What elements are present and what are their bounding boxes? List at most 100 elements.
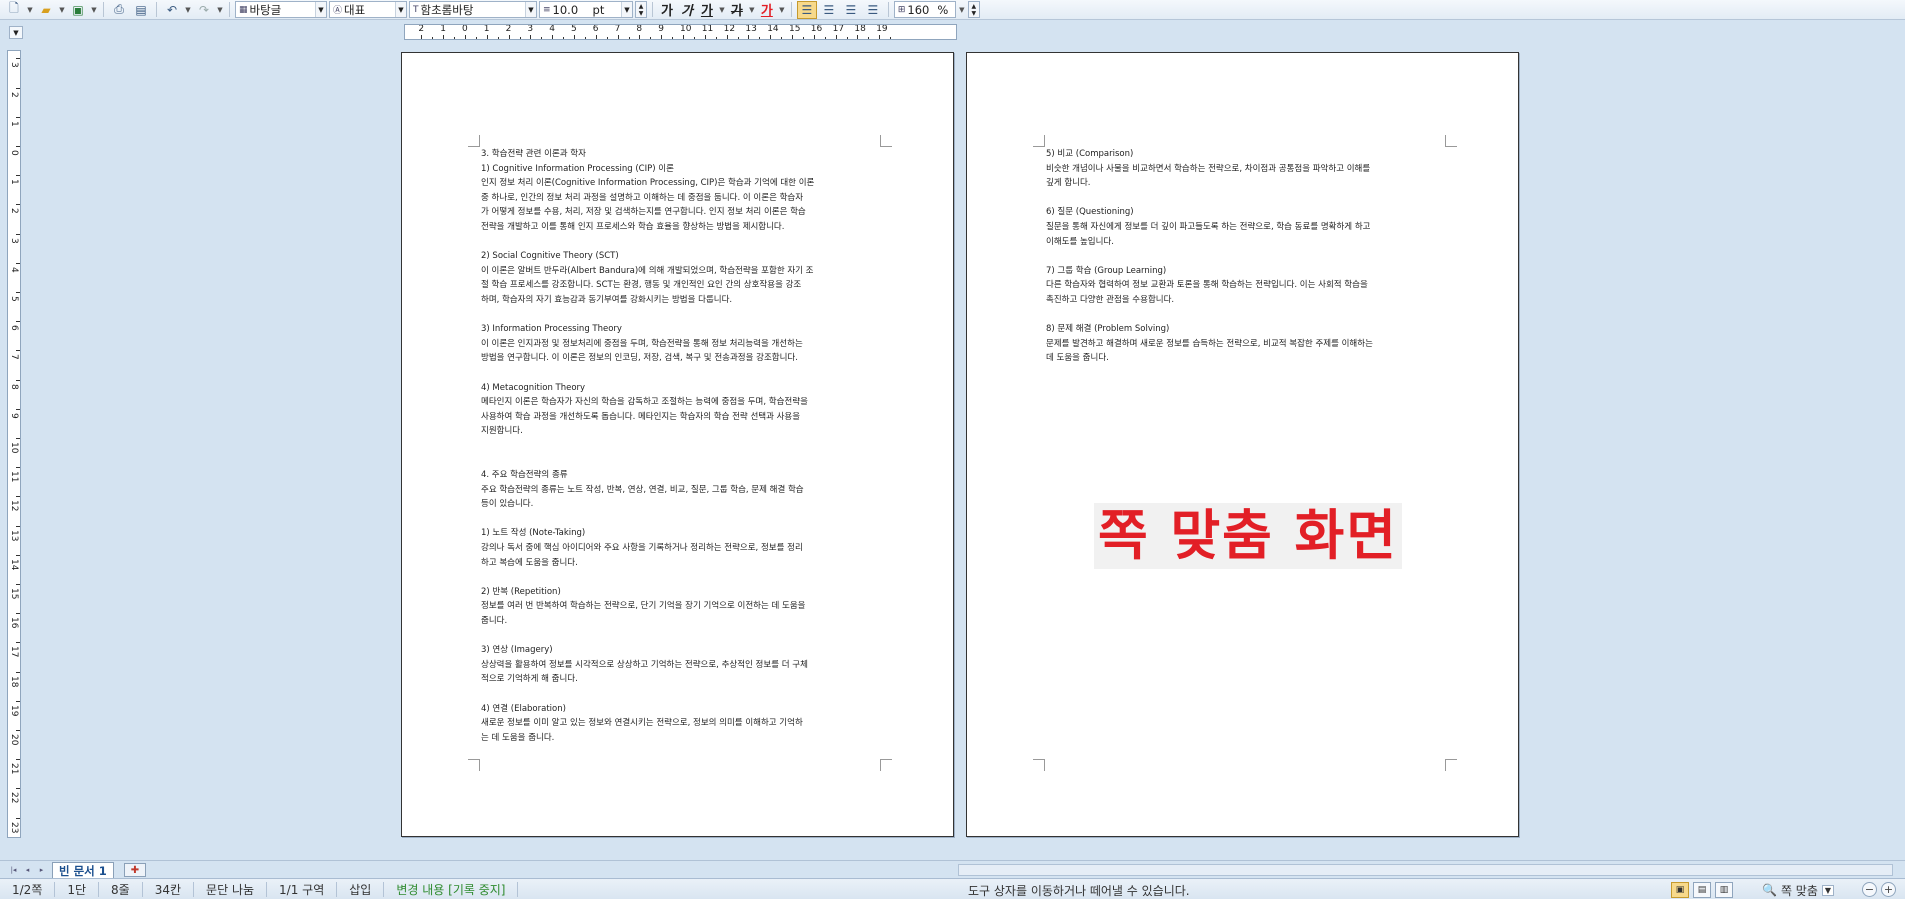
page-view-button[interactable]: ▣ [1671,882,1689,898]
print-preview-icon[interactable]: ▤ [131,1,151,19]
tab-prev-icon[interactable]: ◂ [22,864,33,876]
horizontal-scrollbar[interactable] [958,864,1893,876]
text-line[interactable]: 중 하나로, 인간의 정보 처리 과정을 설명하고 이해하는 데 중점을 둡니다… [481,191,881,206]
chevron-down-icon[interactable]: ▼ [395,2,406,17]
text-line[interactable]: 깊게 합니다. [1046,176,1446,191]
blank-line[interactable] [481,629,881,644]
page-2-body-text[interactable]: 5) 비교 (Comparison) 비슷한 개념이나 사물을 비교하면서 학습하… [1046,147,1446,366]
document-page-1[interactable]: 3. 학습전략 관련 이론과 학자 1) Cognitive Informatio… [401,52,954,837]
outline-view-button[interactable]: ▥ [1715,882,1733,898]
text-line[interactable]: 이 이론은 인지과정 및 정보처리에 중점을 두며, 학습전략을 통해 정보 처… [481,337,881,352]
zoom-field[interactable]: ⊞ 160 % [893,1,956,18]
text-line[interactable]: 는 데 도움을 줍니다. [481,731,881,746]
blank-line[interactable] [481,366,881,381]
font-color-button[interactable]: 가 [758,0,776,19]
strikethrough-dropdown-icon[interactable]: ▼ [748,1,756,19]
blank-line[interactable] [481,512,881,527]
ruler-corner-button[interactable]: ▼ [9,26,23,39]
blank-line[interactable] [481,453,881,468]
style-select[interactable]: ▦ 바탕글 ▼ [235,1,327,18]
blank-line[interactable] [1046,249,1446,264]
blank-line[interactable] [481,570,881,585]
text-line[interactable]: 강의나 독서 중에 핵심 아이디어와 주요 사항을 기록하거나 정리하는 전략으… [481,541,881,556]
chevron-down-icon[interactable]: ▼ [1821,884,1835,896]
document-page-2[interactable]: 5) 비교 (Comparison) 비슷한 개념이나 사물을 비교하면서 학습하… [966,52,1519,837]
text-line[interactable]: 1) 노트 작성 (Note-Taking) [481,526,881,541]
font-select[interactable]: T 함초롬바탕 ▼ [409,1,537,18]
text-line[interactable]: 메타인지 이론은 학습자가 자신의 학습을 감독하고 조절하는 능력에 중점을 … [481,395,881,410]
text-line[interactable]: 방법을 연구합니다. 이 이론은 정보의 인코딩, 저장, 검색, 복구 및 전… [481,351,881,366]
zoom-out-button[interactable]: − [1862,882,1877,897]
align-right-icon[interactable]: ☰ [863,1,883,19]
text-line[interactable]: 2) Social Cognitive Theory (SCT) [481,249,881,264]
text-line[interactable]: 데 도움을 줍니다. [1046,351,1446,366]
text-line[interactable]: 질문을 통해 자신에게 정보를 더 깊이 파고들도록 하는 전략으로, 학습 동… [1046,220,1446,235]
open-folder-icon[interactable]: ▰ [36,1,56,19]
align-center-icon[interactable]: ☰ [841,1,861,19]
status-insert-mode[interactable]: 삽입 [337,881,385,897]
bold-button[interactable]: 가 [658,0,676,19]
italic-button[interactable]: 가 [678,0,696,19]
font-size-field[interactable]: ≡ 10.0 pt ▼ [539,1,633,18]
language-select[interactable]: Ⓐ 대표 ▼ [329,1,407,18]
text-line[interactable]: 주요 학습전략의 종류는 노트 작성, 반복, 연상, 연결, 비교, 질문, … [481,483,881,498]
save-dropdown-icon[interactable]: ▼ [90,1,98,19]
vertical-scrollbar[interactable] [1893,20,1905,860]
undo-icon[interactable]: ↶ [162,1,182,19]
blank-line[interactable] [1046,308,1446,323]
print-icon[interactable]: ⎙ [109,1,129,19]
status-track-changes[interactable]: 변경 내용 [기록 중지] [384,881,519,897]
redo-dropdown-icon[interactable]: ▼ [216,1,224,19]
text-line[interactable]: 비슷한 개념이나 사물을 비교하면서 학습하는 전략으로, 차이점과 공통점을 … [1046,162,1446,177]
text-line[interactable]: 하며, 학습자의 자기 효능감과 동기부여를 강화시키는 방법을 다룹니다. [481,293,881,308]
text-line[interactable]: 정보를 여러 번 반복하여 학습하는 전략으로, 단기 기억을 장기 기억으로 … [481,599,881,614]
chevron-down-icon[interactable]: ▼ [621,2,632,17]
blank-line[interactable] [481,235,881,250]
align-justify-icon[interactable]: ☰ [796,0,817,19]
align-left-icon[interactable]: ☰ [819,1,839,19]
zoom-in-button[interactable]: + [1881,882,1896,897]
text-line[interactable]: 가 어떻게 정보를 수용, 처리, 저장 및 검색하는지를 연구합니다. 인지 … [481,205,881,220]
text-line[interactable]: 등이 있습니다. [481,497,881,512]
text-line[interactable]: 전략을 개발하고 이를 통해 인지 프로세스와 학습 효율을 향상하는 방법을 … [481,220,881,235]
underline-button[interactable]: 가 [698,0,716,19]
text-line[interactable]: 2) 반복 (Repetition) [481,585,881,600]
text-line[interactable]: 사용하여 학습 과정을 개선하도록 돕습니다. 메타인지는 학습자의 학습 전략… [481,410,881,425]
undo-dropdown-icon[interactable]: ▼ [184,1,192,19]
underline-dropdown-icon[interactable]: ▼ [718,1,726,19]
text-line[interactable]: 3) 연상 (Imagery) [481,643,881,658]
page-1-body-text[interactable]: 3. 학습전략 관련 이론과 학자 1) Cognitive Informatio… [481,147,881,745]
text-line[interactable]: 촉진하고 다양한 관점을 수용합니다. [1046,293,1446,308]
tab-first-icon[interactable]: |◂ [8,864,19,876]
zoom-dropdown-icon[interactable]: ▼ [958,1,966,19]
text-line[interactable]: 3. 학습전략 관련 이론과 학자 [481,147,881,162]
text-line[interactable]: 문제를 발견하고 해결하며 새로운 정보를 습득하는 전략으로, 비교적 복잡한… [1046,337,1446,352]
text-line[interactable]: 8) 문제 해결 (Problem Solving) [1046,322,1446,337]
chevron-down-icon[interactable]: ▼ [315,2,326,17]
new-dropdown-icon[interactable]: ▼ [26,1,34,19]
text-line[interactable]: 5) 비교 (Comparison) [1046,147,1446,162]
status-page[interactable]: 1/2쪽 [0,881,56,897]
text-line[interactable]: 3) Information Processing Theory [481,322,881,337]
zoom-stepper[interactable]: ▲ ▼ [967,1,980,18]
tab-document-1[interactable]: 빈 문서 1 [52,862,114,878]
text-line[interactable]: 1) Cognitive Information Processing (CIP… [481,162,881,177]
font-color-dropdown-icon[interactable]: ▼ [778,1,786,19]
vertical-ruler[interactable]: 3 2 1 0 1 2 3 4 5 6 7 8 9 10 11 12 13 14 15 16 17 18 19 20 21 22 2… [7,50,21,838]
save-icon[interactable]: ▣ [68,1,88,19]
blank-line[interactable] [481,687,881,702]
blank-line[interactable] [481,308,881,323]
redo-icon[interactable]: ↷ [194,1,214,19]
text-line[interactable]: 4. 주요 학습전략의 종류 [481,468,881,483]
font-size-stepper[interactable]: ▲ ▼ [635,1,647,18]
zoom-fit-select[interactable]: 🔍 쪽 맞춤 ▼ [1762,882,1835,898]
blank-line[interactable] [481,439,881,454]
text-line[interactable]: 상상력을 활용하여 정보를 시각적으로 상상하고 기억하는 전략으로, 추상적인… [481,658,881,673]
normal-view-button[interactable]: ▤ [1693,882,1711,898]
text-line[interactable]: 절 학습 프로세스를 강조합니다. SCT는 환경, 행동 및 개인적인 요인 … [481,278,881,293]
text-line[interactable]: 새로운 정보를 이미 알고 있는 정보와 연결시키는 전략으로, 정보의 의미를… [481,716,881,731]
text-line[interactable]: 하고 복습에 도움을 줍니다. [481,556,881,571]
chevron-down-icon[interactable]: ▼ [525,2,536,17]
text-line[interactable]: 인지 정보 처리 이론(Cognitive Information Proces… [481,176,881,191]
text-line[interactable]: 지원합니다. [481,424,881,439]
